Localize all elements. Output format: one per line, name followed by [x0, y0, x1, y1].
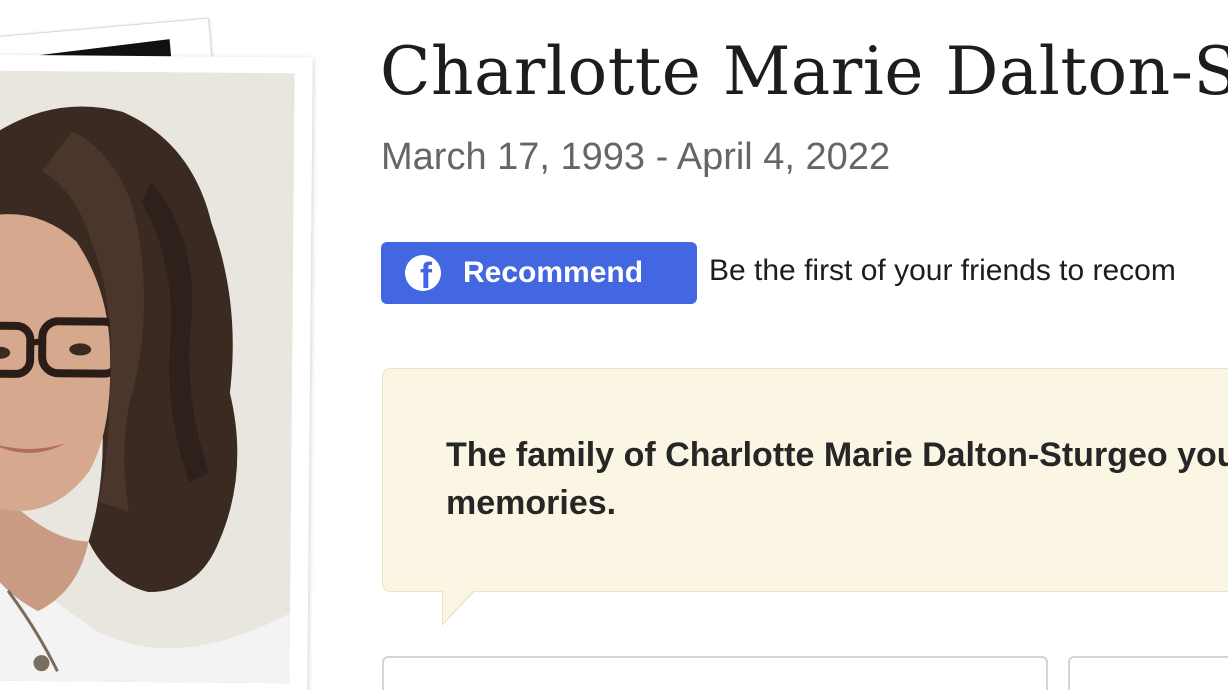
facebook-icon: f	[405, 255, 441, 291]
deceased-name: Charlotte Marie Dalton-St	[380, 33, 1228, 110]
secondary-input-box[interactable]	[1068, 656, 1228, 690]
memories-panel-tail	[443, 591, 473, 623]
recommend-button-label: Recommend	[463, 256, 644, 289]
portrait-photo-frame	[0, 54, 313, 690]
portrait-photo	[0, 70, 295, 684]
recommend-prompt: Be the first of your friends to recom	[709, 254, 1176, 287]
memories-message: The family of Charlotte Marie Dalton-Stu…	[446, 436, 1228, 522]
memory-input-box[interactable]	[382, 656, 1048, 690]
life-dates: March 17, 1993 - April 4, 2022	[381, 136, 891, 178]
memories-panel: The family of Charlotte Marie Dalton-Stu…	[382, 368, 1228, 626]
obituary-page: Charlotte Marie Dalton-St March 17, 1993…	[0, 0, 1228, 690]
recommend-button[interactable]: f Recommend	[381, 242, 697, 304]
